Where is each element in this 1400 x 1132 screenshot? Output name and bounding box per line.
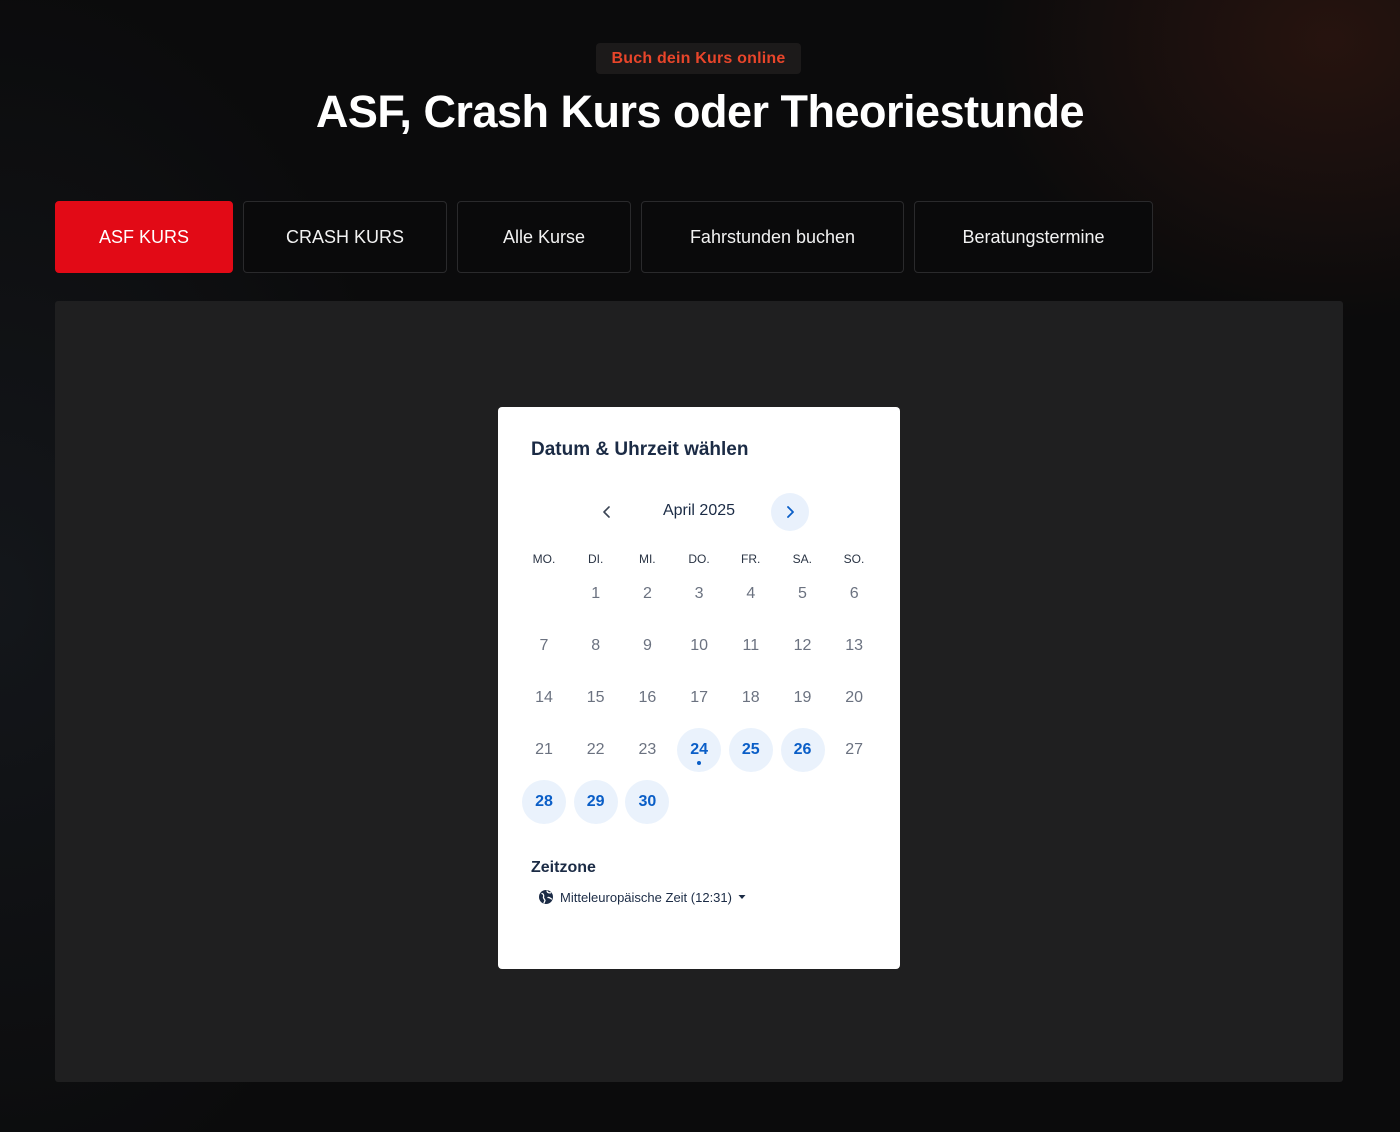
calendar-day-number: 26 [793,741,812,758]
calendar-day-number: 30 [638,793,657,810]
weekday-di: DI. [588,552,604,566]
calendar-day: 4 [729,572,773,616]
calendar-day: 13 [832,624,876,668]
calendar-day: 16 [625,676,669,720]
timezone-select[interactable]: Mitteleuropäische Zeit (12:31) [538,886,746,908]
tab-asf-kurs[interactable]: ASF KURS [55,201,233,273]
scheduler-title: Datum & Uhrzeit wählen [531,439,749,460]
calendar-day: 1 [574,572,618,616]
calendar-day-number: 27 [845,741,864,758]
calendar-day-number: 21 [535,741,553,758]
calendar-day-available[interactable]: 24 [677,728,722,772]
weekday-fr: FR. [741,552,761,566]
month-navigation: April 2025 [498,493,900,531]
calendar-day: 23 [625,728,669,772]
calendar-day: 8 [574,624,618,668]
timezone-value: Mitteleuropäische Zeit (12:31) [560,889,732,905]
calendar-day: 10 [677,624,721,668]
calendar-day-available[interactable]: 30 [625,780,670,824]
calendar-day: 9 [625,624,669,668]
calendar-day: 6 [832,572,876,616]
calendar-day-number: 8 [591,637,601,654]
calendar-day-number: 6 [849,585,859,602]
calendar-day-number: 2 [642,585,652,602]
eyebrow-badge: Buch dein Kurs online [596,43,801,74]
weekday-so: SO. [843,552,865,566]
tab-alle-kurse[interactable]: Alle Kurse [457,201,631,273]
calendar-day: 21 [522,728,566,772]
calendar-day-number: 16 [638,689,657,706]
tab-fahrstunden-buchen[interactable]: Fahrstunden buchen [641,201,904,273]
calendar-day-available[interactable]: 28 [522,780,566,824]
calendar-day-number: 15 [586,689,605,706]
calendar-day-number: 19 [793,689,812,706]
calendar-day-available[interactable]: 26 [780,728,825,772]
calendar-day-number: 9 [642,637,652,654]
calendar-day-number: 3 [694,585,704,602]
caret-down-icon [738,895,746,899]
calendar-day-number: 10 [690,637,708,654]
weekday-mo: MO. [532,552,556,566]
calendar-day: 20 [832,676,876,720]
calendar-day-number: 17 [690,689,708,706]
weekday-sa: SA. [792,552,812,566]
calendar-day: 11 [729,624,773,668]
calendar-day-number: 23 [638,741,657,758]
calendar-day-number: 7 [539,637,549,654]
calendar-day: 19 [781,676,825,720]
calendar-day-number: 18 [741,689,760,706]
weekday-do: DO. [688,552,710,566]
calendar-day-number: 13 [845,637,864,654]
calendar-day-number: 20 [845,689,864,706]
calendar-day-number: 11 [742,637,760,654]
globe-icon [539,890,553,904]
calendar-day: 17 [677,676,721,720]
weekday-mi: MI. [638,552,656,566]
calendar-day-number: 4 [746,585,756,602]
tab-crash-kurs[interactable]: CRASH KURS [243,201,447,273]
calendar-day-available[interactable]: 29 [573,780,618,824]
calendar-day-number: 12 [793,637,812,654]
calendar-day: 7 [522,624,566,668]
calendar-day: 18 [729,676,773,720]
calendar-day-number: 24 [690,741,708,758]
calendar-day: 3 [677,572,721,616]
calendar-day: 2 [625,572,669,616]
month-label: April 2025 [662,502,736,519]
calendar-day-number: 29 [586,793,605,810]
calendar-day: 12 [781,624,825,668]
calendar-day-number: 1 [591,585,601,602]
tab-beratungstermine[interactable]: Beratungstermine [914,201,1153,273]
calendar-day: 22 [574,728,618,772]
page-title: ASF, Crash Kurs oder Theoriestunde [315,86,1085,137]
calendar-day: 15 [574,676,618,720]
chevron-right-icon [787,506,794,518]
calendar-day: 14 [522,676,566,720]
calendar-day-number: 25 [741,741,760,758]
next-month-button[interactable] [771,493,809,531]
today-indicator [697,761,702,765]
timezone-label: Zeitzone [531,859,596,876]
calendar-day-number: 5 [798,585,807,602]
weekday-header: MO. DI. MI. DO. FR. SA. SO. [522,552,886,568]
calendar-day-available[interactable]: 25 [728,728,773,772]
calendar-day: 5 [781,572,825,616]
scheduler-card: Datum & Uhrzeit wählen April 2025 MO. DI… [498,407,900,969]
calendar-day-number: 28 [535,793,553,810]
calendar-day-number: 14 [535,689,553,706]
calendar-day: 27 [832,728,876,772]
calendar-day-number: 22 [586,741,605,758]
